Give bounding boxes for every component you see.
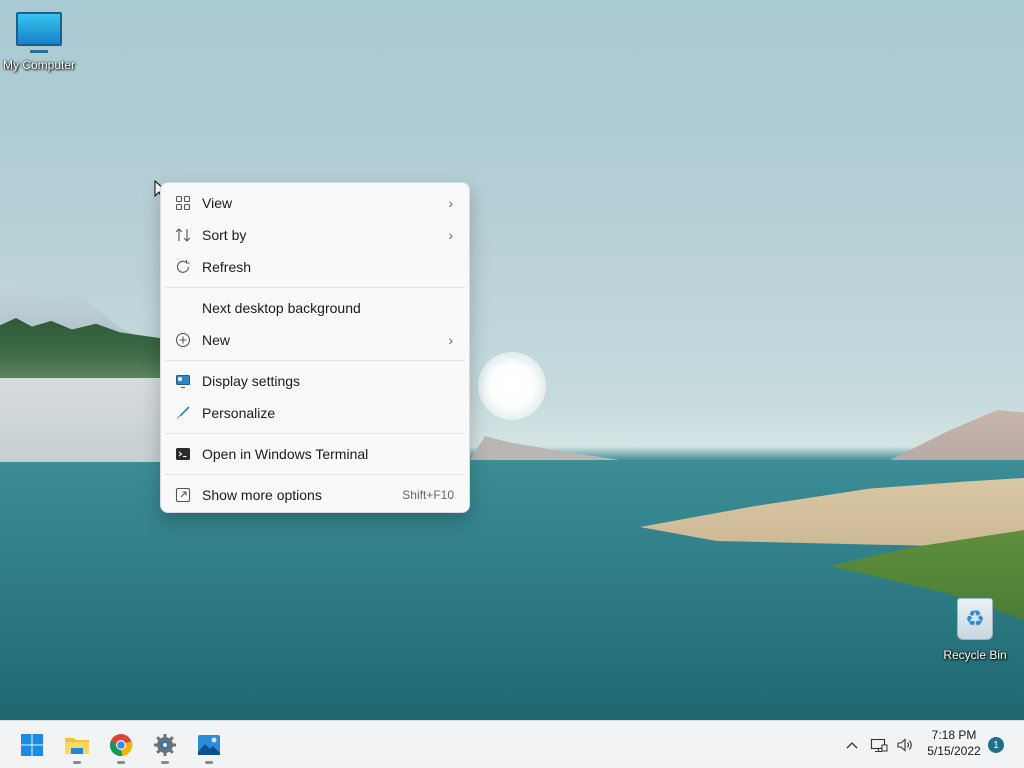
recycle-bin-icon: ♻ <box>957 598 993 640</box>
menu-item-personalize[interactable]: Personalize <box>161 397 469 429</box>
running-indicator <box>205 761 213 764</box>
menu-separator <box>165 474 465 475</box>
taskbar: 7:18 PM 5/15/2022 1 <box>0 720 1024 768</box>
desktop-icon-label: Recycle Bin <box>943 648 1007 662</box>
chevron-right-icon: › <box>448 332 453 348</box>
chrome-icon <box>109 734 133 757</box>
tray-overflow-button[interactable] <box>840 731 864 759</box>
plus-circle-icon <box>175 332 191 348</box>
desktop-icon-my-computer[interactable]: My Computer <box>2 12 76 72</box>
clock-time: 7:18 PM <box>931 728 977 742</box>
photos-icon <box>198 735 220 755</box>
chevron-right-icon: › <box>448 195 453 211</box>
menu-item-refresh[interactable]: Refresh <box>161 251 469 283</box>
taskbar-app-file-explorer[interactable] <box>56 725 98 765</box>
gear-icon <box>154 734 176 756</box>
menu-item-label: Display settings <box>202 373 301 389</box>
notification-count: 1 <box>993 739 999 751</box>
monitor-icon <box>16 12 62 53</box>
desktop-icon-label: My Computer <box>2 58 76 72</box>
notification-badge[interactable]: 1 <box>988 737 1004 753</box>
menu-item-shortcut: Shift+F10 <box>402 488 454 502</box>
show-more-icon <box>175 487 191 503</box>
menu-item-show-more-options[interactable]: Show more options Shift+F10 <box>161 479 469 511</box>
menu-item-open-in-windows-terminal[interactable]: Open in Windows Terminal <box>161 438 469 470</box>
menu-item-sort-by[interactable]: Sort by › <box>161 219 469 251</box>
menu-item-view[interactable]: View › <box>161 187 469 219</box>
tray-network-volume[interactable] <box>866 729 918 761</box>
desktop-context-menu: View › Sort by › Refresh Next desktop ba… <box>160 182 470 513</box>
menu-item-label: Open in Windows Terminal <box>202 446 369 462</box>
sort-arrows-icon <box>175 227 191 243</box>
menu-item-label: Personalize <box>202 405 276 421</box>
running-indicator <box>73 761 81 764</box>
desktop-background[interactable]: My Computer ♻ Recycle Bin View › Sort by… <box>0 0 1024 720</box>
menu-item-label: New <box>202 332 231 348</box>
terminal-icon <box>175 446 191 462</box>
menu-item-display-settings[interactable]: Display settings <box>161 365 469 397</box>
network-icon <box>870 738 888 753</box>
chevron-right-icon: › <box>448 227 453 243</box>
start-button[interactable] <box>11 725 53 765</box>
menu-item-new[interactable]: New › <box>161 324 469 356</box>
running-indicator <box>117 761 125 764</box>
menu-separator <box>165 360 465 361</box>
volume-icon <box>897 738 912 752</box>
brush-icon <box>175 405 191 421</box>
menu-separator <box>165 287 465 288</box>
menu-item-label: View <box>202 195 233 211</box>
display-settings-icon <box>175 373 191 389</box>
tray-clock[interactable]: 7:18 PM 5/15/2022 <box>920 727 988 763</box>
desktop-icon-recycle-bin[interactable]: ♻ Recycle Bin <box>940 598 1010 662</box>
wallpaper-grass-right <box>640 478 1024 548</box>
taskbar-app-settings[interactable] <box>144 725 186 765</box>
menu-item-label: Next desktop background <box>202 300 361 316</box>
menu-item-label: Show more options <box>202 487 322 503</box>
refresh-icon <box>175 259 191 275</box>
clock-date: 5/15/2022 <box>927 744 981 758</box>
grid-icon <box>175 195 191 211</box>
wallpaper-mountain-right <box>890 410 1024 460</box>
wallpaper-sun <box>478 352 546 420</box>
menu-item-next-desktop-background[interactable]: Next desktop background <box>161 292 469 324</box>
wallpaper-hill-mid <box>470 436 620 460</box>
folder-icon <box>65 738 89 754</box>
wallpaper-snow-left <box>0 378 160 462</box>
windows-logo-icon <box>21 734 43 756</box>
taskbar-app-photos[interactable] <box>188 725 230 765</box>
running-indicator <box>161 761 169 764</box>
taskbar-app-chrome[interactable] <box>100 725 142 765</box>
menu-item-label: Sort by <box>202 227 247 243</box>
menu-item-label: Refresh <box>202 259 252 275</box>
menu-separator <box>165 433 465 434</box>
chevron-up-icon <box>846 742 858 749</box>
